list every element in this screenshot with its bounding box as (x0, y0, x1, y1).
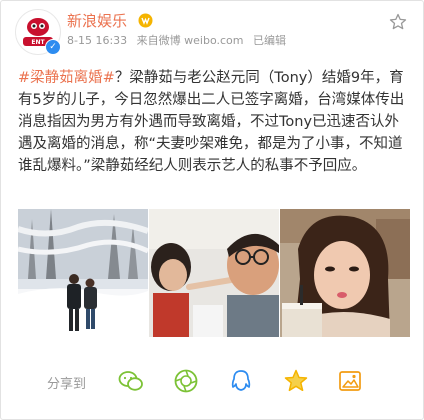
vip-badge-icon (138, 13, 153, 28)
moments-icon[interactable] (173, 368, 199, 394)
star-icon[interactable] (389, 13, 407, 31)
post-date: 8-15 16:33 (67, 34, 128, 47)
photo-snow-couple[interactable] (18, 209, 148, 337)
qq-icon[interactable] (228, 368, 254, 394)
wechat-icon[interactable] (118, 368, 144, 394)
photo-selfie-drink[interactable] (280, 209, 410, 337)
post-meta: 8-15 16:33 来自微博 weibo.com 已编辑 (67, 34, 292, 48)
image-save-icon[interactable] (337, 368, 363, 394)
edited-label: 已编辑 (253, 34, 286, 47)
post-text: #梁静茹离婚#？梁静茹与老公赵元同（Tony）结婚9年，育有5岁的儿子，今日忽然… (18, 67, 410, 177)
qzone-icon[interactable] (283, 368, 309, 394)
verified-icon: ✓ (45, 39, 61, 55)
photo-family-meal[interactable] (149, 209, 279, 337)
svg-text:ENT: ENT (31, 39, 45, 46)
weibo-card: ENT ✓ 新浪娱乐 8-15 16:33 来自微博 weibo.com 已编辑… (0, 0, 424, 420)
username[interactable]: 新浪娱乐 (67, 12, 127, 30)
share-label: 分享到 (47, 377, 87, 392)
post-source[interactable]: 来自微博 weibo.com (137, 34, 244, 47)
topic-link[interactable]: #梁静茹离婚# (18, 70, 115, 86)
share-bar: 分享到 (1, 361, 424, 401)
